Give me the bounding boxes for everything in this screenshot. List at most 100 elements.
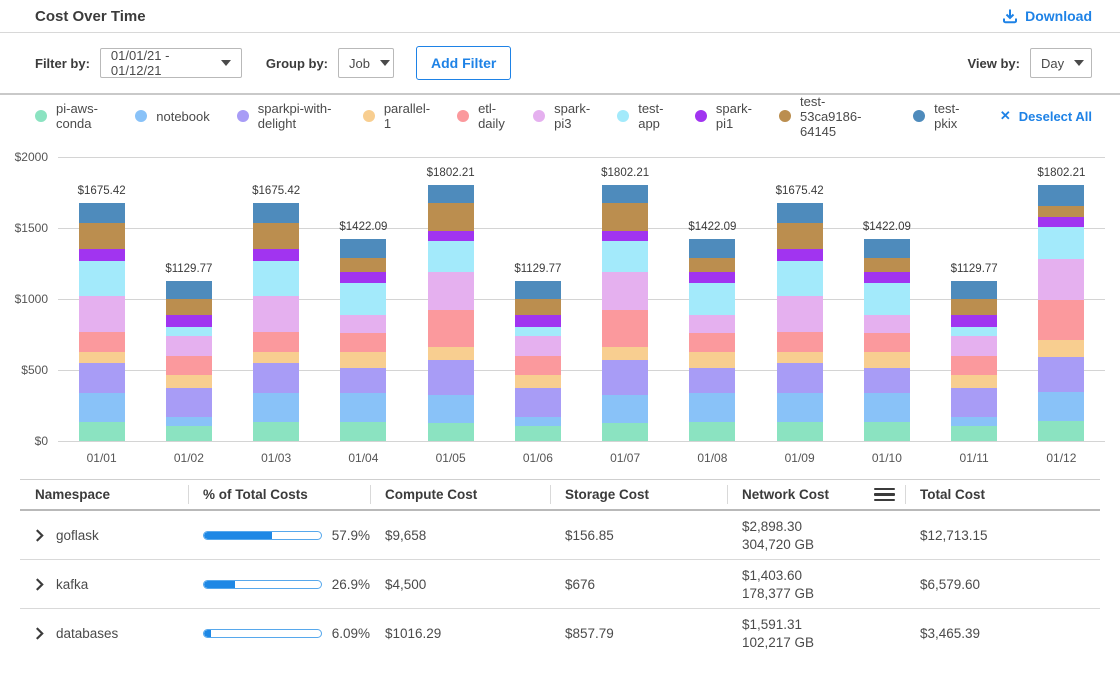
bar-segment-spark-pi1[interactable] [689,272,735,282]
bar-segment-test-app[interactable] [340,283,386,315]
bar-segment-test-app[interactable] [777,261,823,296]
bar-segment-test-pkix[interactable] [602,185,648,203]
bar-segment-test-app[interactable] [253,261,299,296]
bar-segment-parallel-1[interactable] [602,347,648,360]
bar-segment-test-app[interactable] [1038,227,1084,259]
bar-stack[interactable] [428,185,474,441]
legend-item[interactable]: spark-pi3 [533,101,590,131]
bar-segment-spark-pi1[interactable] [515,315,561,327]
legend-item[interactable]: etl-daily [457,101,506,131]
bar-segment-notebook[interactable] [689,393,735,423]
bar-segment-sparkpi-with-delight[interactable] [864,368,910,393]
bar-segment-pi-aws-conda[interactable] [428,423,474,441]
bar-segment-test-app[interactable] [166,327,212,337]
bar-segment-test-pkix[interactable] [166,281,212,299]
legend-item[interactable]: test-app [617,101,668,131]
column-header-network[interactable]: Network Cost [727,480,905,509]
legend-item[interactable]: sparkpi-with-delight [237,101,336,131]
bar-segment-notebook[interactable] [602,395,648,423]
bar-stack[interactable] [166,281,212,441]
bar-segment-test-53ca9186-64145[interactable] [166,299,212,315]
bar-segment-pi-aws-conda[interactable] [166,426,212,441]
bar-segment-pi-aws-conda[interactable] [951,426,997,441]
bar-segment-etl-daily[interactable] [515,356,561,376]
bar-segment-sparkpi-with-delight[interactable] [951,388,997,417]
bar-segment-test-53ca9186-64145[interactable] [777,223,823,249]
bar-segment-notebook[interactable] [1038,392,1084,421]
bar-segment-parallel-1[interactable] [340,352,386,368]
bar-segment-parallel-1[interactable] [79,352,125,363]
bar-segment-etl-daily[interactable] [689,333,735,352]
namespace-cell[interactable]: goflask [20,511,188,559]
bar-segment-parallel-1[interactable] [777,352,823,363]
bar-segment-sparkpi-with-delight[interactable] [777,363,823,392]
bar-segment-test-pkix[interactable] [253,203,299,223]
bar-segment-spark-pi1[interactable] [602,231,648,241]
bar-segment-etl-daily[interactable] [166,356,212,376]
bar-stack[interactable] [689,239,735,441]
legend-item[interactable]: test-pkix [913,101,965,131]
bar-segment-sparkpi-with-delight[interactable] [340,368,386,393]
bar-segment-spark-pi3[interactable] [79,296,125,333]
bar-segment-test-pkix[interactable] [689,239,735,258]
bar-segment-notebook[interactable] [340,393,386,423]
bar-segment-test-53ca9186-64145[interactable] [515,299,561,315]
bar-segment-etl-daily[interactable] [602,310,648,347]
bar-stack[interactable] [602,185,648,441]
bar-segment-parallel-1[interactable] [166,375,212,388]
bar-segment-test-53ca9186-64145[interactable] [602,203,648,231]
namespace-cell[interactable]: databases [20,609,188,657]
bar-segment-spark-pi3[interactable] [1038,259,1084,300]
bar-segment-test-pkix[interactable] [1038,185,1084,206]
bar-segment-notebook[interactable] [864,393,910,423]
bar-segment-test-53ca9186-64145[interactable] [79,223,125,249]
bar-segment-spark-pi3[interactable] [428,272,474,310]
bar-segment-notebook[interactable] [79,393,125,423]
bar-segment-notebook[interactable] [428,395,474,423]
bar-segment-test-53ca9186-64145[interactable] [864,258,910,272]
bar-segment-parallel-1[interactable] [253,352,299,363]
bar-segment-test-53ca9186-64145[interactable] [1038,206,1084,217]
bar-stack[interactable] [864,239,910,441]
bar-segment-test-53ca9186-64145[interactable] [428,203,474,231]
bar-segment-sparkpi-with-delight[interactable] [689,368,735,393]
bar-stack[interactable] [951,281,997,441]
bar-segment-pi-aws-conda[interactable] [864,422,910,441]
chevron-right-icon[interactable] [35,578,44,591]
bar-stack[interactable] [253,203,299,441]
bar-segment-test-app[interactable] [79,261,125,296]
bar-segment-test-pkix[interactable] [340,239,386,258]
bar-segment-spark-pi3[interactable] [951,336,997,355]
bar-segment-test-pkix[interactable] [428,185,474,203]
bar-segment-spark-pi1[interactable] [166,315,212,327]
column-header-compute[interactable]: Compute Cost [370,480,550,509]
chevron-right-icon[interactable] [35,627,44,640]
chevron-right-icon[interactable] [35,529,44,542]
deselect-all-button[interactable]: ✕ Deselect All [1000,108,1092,124]
bar-segment-notebook[interactable] [166,417,212,426]
bar-segment-test-app[interactable] [428,241,474,272]
bar-segment-notebook[interactable] [951,417,997,426]
bar-segment-sparkpi-with-delight[interactable] [79,363,125,392]
bar-segment-test-pkix[interactable] [951,281,997,299]
add-filter-button[interactable]: Add Filter [416,46,511,80]
bar-segment-spark-pi1[interactable] [79,249,125,261]
bar-segment-test-app[interactable] [515,327,561,337]
bar-segment-sparkpi-with-delight[interactable] [515,388,561,417]
bar-segment-test-pkix[interactable] [864,239,910,258]
bar-segment-etl-daily[interactable] [951,356,997,376]
bar-segment-spark-pi1[interactable] [1038,217,1084,227]
bar-segment-test-pkix[interactable] [515,281,561,299]
bar-segment-test-pkix[interactable] [79,203,125,223]
bar-segment-etl-daily[interactable] [864,333,910,352]
bar-stack[interactable] [340,239,386,441]
bar-segment-test-53ca9186-64145[interactable] [340,258,386,272]
bar-stack[interactable] [515,281,561,441]
bar-segment-spark-pi3[interactable] [689,315,735,333]
bar-segment-sparkpi-with-delight[interactable] [253,363,299,392]
bar-segment-pi-aws-conda[interactable] [253,422,299,441]
bar-segment-sparkpi-with-delight[interactable] [1038,357,1084,392]
bar-segment-spark-pi3[interactable] [166,336,212,355]
bar-segment-parallel-1[interactable] [1038,340,1084,357]
bar-segment-parallel-1[interactable] [864,352,910,368]
